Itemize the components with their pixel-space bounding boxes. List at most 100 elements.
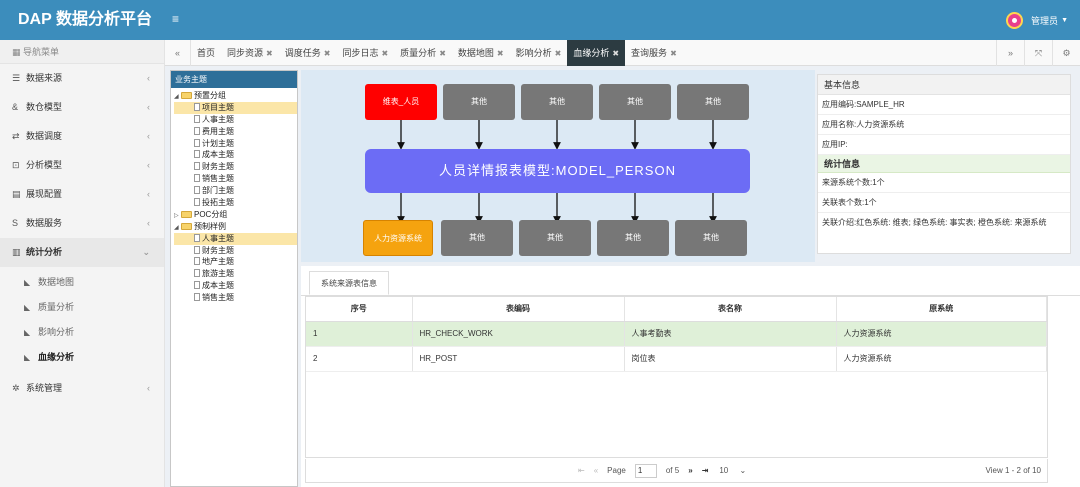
main-content: 业务主题 ◢ 预置分组 项目主题 人事主题 费用主题 计划主题 成本主题 财务主题…	[165, 66, 1080, 487]
info-panel: 基本信息 应用编码:SAMPLE_HR 应用名称:人力资源系统 应用IP: 统计…	[817, 74, 1071, 254]
page-input[interactable]: 1	[634, 464, 657, 478]
close-icon[interactable]: ✖	[497, 49, 504, 58]
column-header[interactable]: 原系统	[836, 297, 1047, 322]
page-size-select[interactable]: 10 ⌄	[719, 459, 755, 483]
menu-toggle-icon[interactable]: ≡	[172, 12, 179, 26]
tree-node[interactable]: 销售主题	[174, 292, 297, 304]
tree-node[interactable]: 人事主题	[174, 114, 297, 126]
tree-node[interactable]: 旅游主题	[174, 268, 297, 280]
lineage-node-other[interactable]: 其他	[441, 220, 513, 256]
tree-node[interactable]: 财务主题	[174, 161, 297, 173]
tab-quality-analysis[interactable]: 质量分析 ✖	[394, 40, 452, 66]
top-header: DAP 数据分析平台 ≡ 管理员 ▼	[0, 0, 1080, 40]
sidebar-item-data-source[interactable]: ☰ 数据来源 ‹	[0, 64, 164, 93]
app-code: 应用编码:SAMPLE_HR	[818, 95, 1070, 115]
close-icon[interactable]: ✖	[612, 49, 619, 58]
tree-node[interactable]: 项目主题	[174, 101, 297, 114]
sidebar-sub-quality[interactable]: ◣ 质量分析	[0, 295, 164, 320]
sidebar-item-scheduling[interactable]: ⇄ 数据调度 ‹	[0, 122, 164, 151]
tree-node[interactable]: 财务主题	[174, 245, 297, 257]
close-icon[interactable]: ✖	[381, 49, 388, 58]
tab-scroll-left-icon[interactable]: «	[165, 40, 191, 66]
sidebar-item-statistics[interactable]: ▥ 统计分析 ⌄	[0, 238, 164, 267]
close-icon[interactable]: ✖	[670, 49, 677, 58]
tree-node[interactable]: 成本主题	[174, 280, 297, 292]
brand-title[interactable]: DAP 数据分析平台	[0, 0, 165, 40]
fullscreen-icon[interactable]: ⤧	[1024, 40, 1052, 66]
tab-impact-analysis[interactable]: 影响分析 ✖	[510, 40, 568, 66]
page-count: of 5	[665, 466, 680, 475]
gear-icon[interactable]: ⚙	[1052, 40, 1080, 66]
close-icon[interactable]: ✖	[266, 49, 273, 58]
tab-lineage-analysis[interactable]: 血缘分析 ✖	[567, 40, 626, 66]
prev-page-icon[interactable]: «	[594, 459, 598, 483]
dollar-icon: S	[12, 218, 19, 228]
tab-sync-log[interactable]: 同步日志 ✖	[336, 40, 394, 66]
tab-query-service[interactable]: 查询服务 ✖	[625, 40, 683, 66]
tree-node[interactable]: 成本主题	[174, 149, 297, 161]
lineage-node-other[interactable]: 其他	[519, 220, 591, 256]
grid-icon: ▦	[12, 47, 24, 57]
close-icon[interactable]: ✖	[555, 49, 562, 58]
tab-schedule-task[interactable]: 调度任务 ✖	[279, 40, 337, 66]
lineage-node-other[interactable]: 其他	[521, 84, 593, 120]
lineage-node-dimension[interactable]: 维表_人员	[365, 84, 437, 120]
last-page-icon[interactable]: ⇥	[702, 459, 709, 483]
sidebar-sub-lineage[interactable]: ◣ 血缘分析	[0, 345, 164, 370]
lineage-model-node[interactable]: 人员详情报表模型:MODEL_PERSON	[365, 149, 750, 193]
close-icon[interactable]: ✖	[324, 49, 331, 58]
tree-node[interactable]: 计划主题	[174, 138, 297, 150]
folder-icon	[181, 92, 192, 99]
tab-sync-resource[interactable]: 同步资源 ✖	[221, 40, 279, 66]
tab-source-tables[interactable]: 系统来源表信息	[309, 271, 389, 295]
table-row[interactable]: 2 HR_POST 岗位表 人力资源系统	[306, 346, 1047, 372]
tab-data-map[interactable]: 数据地图 ✖	[452, 40, 510, 66]
tree-node-folder[interactable]: ◢ 预制样例	[174, 221, 297, 233]
analysis-icon: ⊡	[12, 160, 20, 170]
avatar	[1006, 11, 1024, 29]
source-table-grid: 序号 表编码 表名称 原系统 1 HR_CHECK_WORK 人事考勤表 人力资…	[305, 296, 1048, 458]
expand-icon[interactable]: ◢	[174, 223, 181, 235]
column-header[interactable]: 表编码	[412, 297, 625, 322]
sidebar-sub-data-map[interactable]: ◣ 数据地图	[0, 270, 164, 295]
tree-node-folder[interactable]: ◢ 预置分组	[174, 90, 297, 102]
first-page-icon[interactable]: ⇤	[578, 459, 585, 483]
table-cell: 人力资源系统	[836, 321, 1047, 347]
sidebar-item-analysis-model[interactable]: ⊡ 分析模型 ‹	[0, 151, 164, 180]
sidebar-item-warehouse-model[interactable]: & 数仓模型 ‹	[0, 93, 164, 122]
chevron-left-icon: ‹	[147, 189, 150, 199]
lineage-node-source-system[interactable]: 人力资源系统	[363, 220, 433, 256]
lineage-node-other[interactable]: 其他	[443, 84, 515, 120]
tab-scroll-right-icon[interactable]: »	[996, 40, 1024, 66]
sidebar-item-data-service[interactable]: S 数据服务 ‹	[0, 209, 164, 238]
document-icon	[194, 269, 200, 278]
column-header[interactable]: 序号	[306, 297, 413, 322]
sidebar-item-system[interactable]: ✲ 系统管理 ‹	[0, 374, 164, 403]
chevron-down-icon: ⌄	[142, 247, 150, 257]
tree-node[interactable]: 地产主题	[174, 256, 297, 268]
table-row[interactable]: 1 HR_CHECK_WORK 人事考勤表 人力资源系统	[306, 321, 1047, 347]
lineage-node-other[interactable]: 其他	[677, 84, 749, 120]
sidebar-item-display-config[interactable]: ▤ 展现配置 ‹	[0, 180, 164, 209]
tree-node[interactable]: 部门主题	[174, 185, 297, 197]
expand-icon[interactable]: ◢	[174, 92, 181, 104]
tree-node[interactable]: 销售主题	[174, 173, 297, 185]
tab-home[interactable]: 首页	[191, 40, 221, 66]
column-header[interactable]: 表名称	[624, 297, 837, 322]
tree-node[interactable]: 费用主题	[174, 126, 297, 138]
bullet-icon: ◣	[24, 278, 31, 287]
sidebar-header: ▦ 导航菜单	[0, 40, 164, 64]
user-menu[interactable]: 管理员 ▼	[1006, 10, 1068, 30]
close-icon[interactable]: ✖	[439, 49, 446, 58]
chevron-down-icon: ▼	[1061, 16, 1068, 24]
next-page-icon[interactable]: »	[688, 459, 692, 483]
lineage-node-other[interactable]: 其他	[597, 220, 669, 256]
tree-node[interactable]: 投拓主题	[174, 197, 297, 209]
lineage-node-other[interactable]: 其他	[599, 84, 671, 120]
bar-chart-icon: ▥	[12, 247, 21, 257]
tree-node-folder[interactable]: ▷ POC分组	[174, 209, 297, 221]
lineage-node-other[interactable]: 其他	[675, 220, 747, 256]
display-icon: ▤	[12, 189, 21, 199]
sidebar-sub-impact[interactable]: ◣ 影响分析	[0, 320, 164, 345]
tree-node[interactable]: 人事主题	[174, 232, 297, 245]
